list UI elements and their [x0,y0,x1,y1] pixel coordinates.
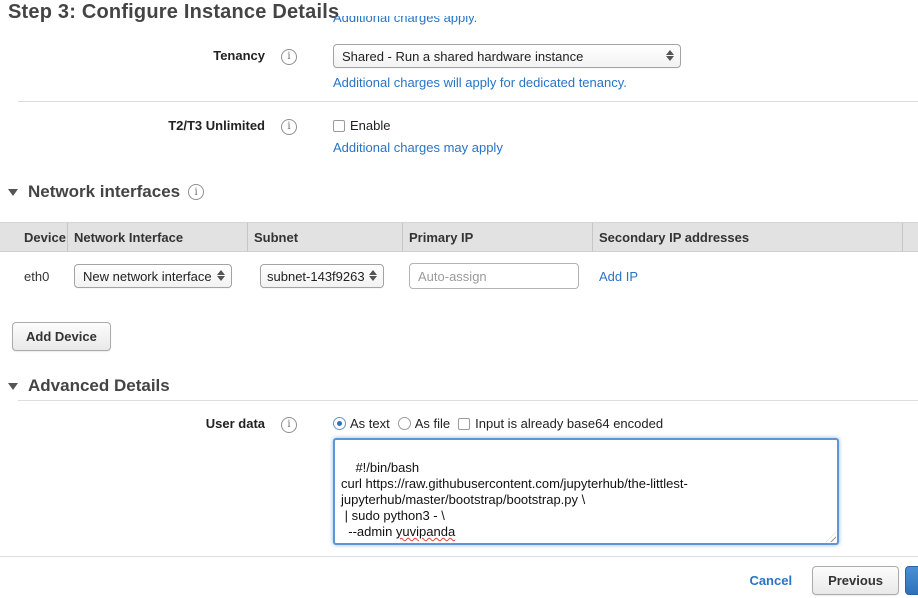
t2t3-unlimited-row: T2/T3 Unlimited i Enable Additional char… [0,114,918,155]
select-stepper-icon [368,269,377,282]
next-button[interactable] [905,566,918,595]
divider [18,101,918,102]
base64-option[interactable]: Input is already base64 encoded [458,416,663,431]
info-icon[interactable]: i [281,49,297,65]
tenancy-select-value: Shared - Run a shared hardware instance [334,45,680,64]
user-data-admin-word: yuvipanda [396,524,455,539]
as-text-option[interactable]: As text [333,416,390,431]
t2t3-unlimited-label: T2/T3 Unlimited [168,118,265,133]
clipped-charges-link-wrap: Additional charges apply. [333,16,477,31]
enable-checkbox[interactable] [333,120,345,132]
enable-checkbox-label: Enable [350,118,390,133]
user-data-script: #!/bin/bash curl https://raw.githubuserc… [341,460,688,523]
as-file-option[interactable]: As file [398,416,450,431]
previous-button[interactable]: Previous [812,566,899,595]
add-device-button[interactable]: Add Device [12,322,111,351]
network-interface-select-value: New network interface [75,265,211,284]
t2t3-charges-link[interactable]: Additional charges may apply [333,140,503,155]
subnet-select[interactable]: subnet-143f9263 [260,264,384,288]
collapse-triangle-icon[interactable] [8,189,18,196]
network-interface-select[interactable]: New network interface [74,264,232,288]
col-header-device: Device [18,223,68,251]
tenancy-select[interactable]: Shared - Run a shared hardware instance [333,44,681,68]
user-data-label: User data [206,416,265,431]
tenancy-row: Tenancy i Shared - Run a shared hardware… [0,44,918,90]
as-text-radio[interactable] [333,417,346,430]
network-interfaces-table: Device Network Interface Subnet Primary … [0,222,918,300]
configure-instance-page: Step 3: Configure Instance Details Addit… [0,0,918,598]
as-text-label: As text [350,416,390,431]
table-row: eth0 New network interface subnet-143f92… [0,252,918,300]
col-header-subnet: Subnet [248,223,403,251]
divider [18,400,918,401]
primary-ip-input[interactable] [409,263,579,289]
base64-checkbox[interactable] [458,418,470,430]
col-header-primary-ip: Primary IP [403,223,593,251]
as-file-radio[interactable] [398,417,411,430]
divider [0,556,918,557]
tenancy-label: Tenancy [213,48,265,63]
dedicated-tenancy-charges-link[interactable]: Additional charges will apply for dedica… [333,75,627,90]
table-header-row: Device Network Interface Subnet Primary … [0,222,918,252]
resize-grip-icon[interactable] [826,532,836,542]
col-header-network-interface: Network Interface [68,223,248,251]
network-interfaces-title: Network interfaces [28,182,180,202]
cancel-link[interactable]: Cancel [749,573,792,588]
device-cell: eth0 [18,269,68,284]
user-data-textarea[interactable]: #!/bin/bash curl https://raw.githubuserc… [333,438,839,545]
footer-bar: Cancel Previous [0,566,918,595]
select-stepper-icon [216,269,225,282]
page-title: Step 3: Configure Instance Details [8,1,339,24]
info-icon[interactable]: i [281,119,297,135]
info-icon[interactable]: i [188,184,204,200]
advanced-details-section-header[interactable]: Advanced Details [8,376,178,396]
user-data-admin-prefix: --admin [341,524,396,539]
as-file-label: As file [415,416,450,431]
col-header-secondary-ip: Secondary IP addresses [593,223,903,251]
enable-checkbox-row[interactable]: Enable [333,118,390,133]
advanced-details-title: Advanced Details [28,376,170,396]
base64-label: Input is already base64 encoded [475,416,663,431]
info-icon[interactable]: i [281,417,297,433]
subnet-select-value: subnet-143f9263 [261,265,383,284]
select-stepper-icon [665,49,674,62]
add-ip-link[interactable]: Add IP [599,269,638,284]
collapse-triangle-icon[interactable] [8,383,18,390]
user-data-row: User data i As text As file Input is alr… [0,412,918,433]
additional-charges-apply-link[interactable]: Additional charges apply. [333,16,477,25]
network-interfaces-section-header[interactable]: Network interfaces i [8,182,204,202]
